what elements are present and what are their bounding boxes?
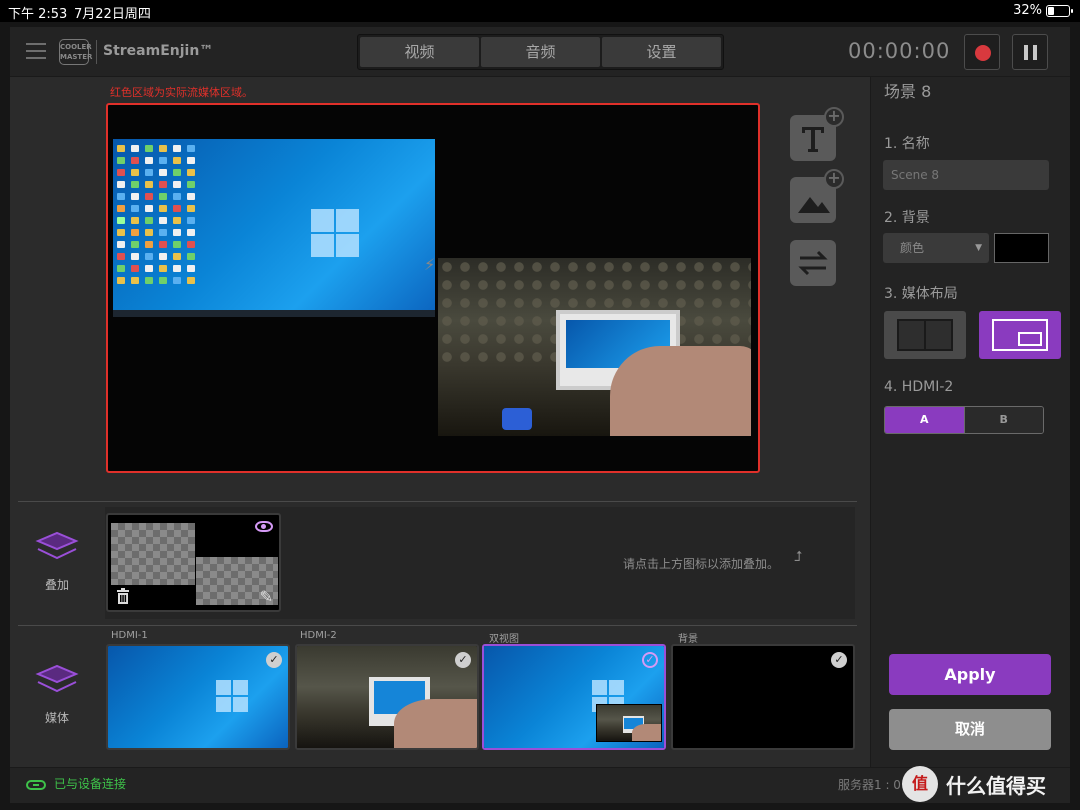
hdmi2-camera-feed bbox=[438, 258, 751, 436]
plus-icon: + bbox=[824, 169, 844, 189]
media-thumb-background[interactable]: ✓ bbox=[671, 644, 855, 750]
cooler-master-logo: COOLER MASTER bbox=[59, 39, 93, 65]
watermark: 值 什么值得买 bbox=[902, 766, 1080, 802]
edit-icon[interactable]: ✎ bbox=[260, 587, 273, 606]
background-color-swatch[interactable] bbox=[994, 233, 1049, 263]
stream-timer: 00:00:00 bbox=[848, 39, 951, 63]
layout-split-button[interactable] bbox=[884, 311, 966, 359]
pip-layout-icon bbox=[992, 319, 1048, 351]
split-layout-icon bbox=[897, 319, 953, 351]
cancel-button[interactable]: 取消 bbox=[889, 709, 1051, 750]
scene-title: 场景 8 bbox=[884, 82, 932, 101]
ios-status-bar: 下午 2:53 7月22日周四 32% bbox=[0, 0, 1080, 22]
watermark-logo: 值 bbox=[902, 766, 938, 802]
windows-logo-icon bbox=[216, 680, 248, 712]
media-layers-icon bbox=[35, 664, 79, 693]
battery-percent: 32% bbox=[1013, 3, 1042, 18]
status-time: 下午 2:53 bbox=[8, 7, 68, 22]
top-bar: COOLER MASTER StreamEnjin™ 视频 音频 设置 00:0… bbox=[10, 27, 1070, 77]
preview-note: 红色区域为实际流媒体区域。 bbox=[110, 86, 253, 99]
media-label-hdmi2: HDMI-2 bbox=[300, 630, 337, 641]
layout-pip-button[interactable] bbox=[979, 311, 1061, 359]
media-label-hdmi1: HDMI-1 bbox=[111, 630, 148, 641]
logo-text-top: COOLER bbox=[60, 43, 92, 51]
link-icon bbox=[26, 780, 46, 790]
brand-divider bbox=[96, 40, 97, 64]
background-type-select[interactable]: 颜色 ▼ bbox=[883, 233, 989, 263]
status-date: 7月22日周四 bbox=[74, 7, 151, 22]
overlay-thumbnail[interactable]: ✎ bbox=[106, 513, 281, 612]
stream-preview[interactable]: ⚡ bbox=[106, 103, 760, 473]
watermark-text: 什么值得买 bbox=[946, 774, 1046, 798]
media-thumb-dual-view[interactable]: ✓ bbox=[482, 644, 666, 750]
overlay-hint: 请点击上方图标以添加叠加。 bbox=[623, 557, 780, 571]
logo-text-bottom: MASTER bbox=[60, 53, 93, 61]
swap-icon bbox=[798, 250, 828, 276]
pause-icon bbox=[1024, 45, 1028, 60]
chevron-down-icon: ▼ bbox=[975, 243, 982, 253]
plus-icon: + bbox=[824, 107, 844, 127]
arrow-up-icon: ⮥ bbox=[794, 549, 803, 565]
tab-settings[interactable]: 设置 bbox=[602, 37, 721, 67]
hdmi2-label: 4. HDMI-2 bbox=[884, 379, 954, 395]
swap-sources-button[interactable] bbox=[790, 240, 836, 286]
pause-button[interactable] bbox=[1012, 34, 1048, 70]
trash-icon[interactable] bbox=[116, 588, 130, 604]
media-label-dual: 双视图 bbox=[489, 634, 519, 645]
main-tabs: 视频 音频 设置 bbox=[357, 34, 724, 70]
segment-b[interactable]: B bbox=[963, 407, 1043, 433]
record-button[interactable] bbox=[964, 34, 1000, 70]
background-label: 2. 背景 bbox=[884, 210, 930, 226]
record-icon bbox=[975, 45, 991, 61]
media-thumb-hdmi1[interactable]: ✓ bbox=[106, 644, 290, 750]
connection-status: 已与设备连接 bbox=[54, 777, 127, 791]
app-title: StreamEnjin™ bbox=[103, 43, 214, 59]
menu-icon[interactable] bbox=[26, 43, 46, 59]
check-icon: ✓ bbox=[455, 652, 471, 668]
overlay-layers-icon bbox=[35, 531, 79, 560]
name-label: 1. 名称 bbox=[884, 136, 930, 152]
media-layout-label: 3. 媒体布局 bbox=[884, 286, 958, 302]
background-type-value: 颜色 bbox=[900, 241, 925, 255]
media-thumb-hdmi2[interactable]: ✓ bbox=[295, 644, 479, 750]
scene-name-input[interactable]: Scene 8 bbox=[883, 160, 1049, 190]
media-label: 媒体 bbox=[44, 711, 69, 725]
check-icon: ✓ bbox=[642, 652, 658, 668]
add-text-button[interactable]: + bbox=[790, 107, 844, 161]
media-label-background: 背景 bbox=[678, 634, 698, 645]
eye-icon[interactable] bbox=[255, 521, 273, 532]
hdmi2-position-toggle: A B bbox=[884, 406, 1044, 434]
check-icon: ✓ bbox=[831, 652, 847, 668]
battery-icon bbox=[1046, 5, 1073, 17]
add-image-button[interactable]: + bbox=[790, 169, 844, 223]
tab-audio[interactable]: 音频 bbox=[481, 37, 600, 67]
streamenjin-app: COOLER MASTER StreamEnjin™ 视频 音频 设置 00:0… bbox=[10, 27, 1070, 803]
overlay-label: 叠加 bbox=[44, 578, 69, 592]
check-icon: ✓ bbox=[266, 652, 282, 668]
segment-a[interactable]: A bbox=[885, 407, 964, 433]
tab-video[interactable]: 视频 bbox=[360, 37, 479, 67]
windows-logo-icon bbox=[311, 209, 359, 257]
apply-button[interactable]: Apply bbox=[889, 654, 1051, 695]
hdmi1-desktop-feed bbox=[113, 139, 435, 317]
